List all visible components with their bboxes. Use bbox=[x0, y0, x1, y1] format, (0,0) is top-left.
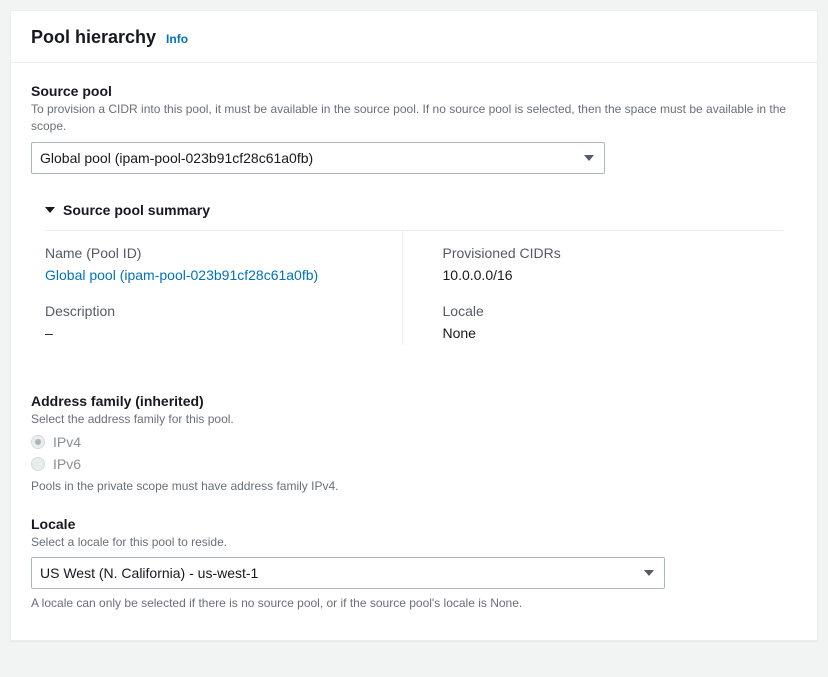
chevron-down-icon bbox=[644, 570, 654, 576]
summary-description-label: Description bbox=[45, 303, 386, 319]
radio-ipv4-input bbox=[31, 435, 45, 449]
radio-ipv6: IPv6 bbox=[31, 456, 797, 472]
source-pool-description: To provision a CIDR into this pool, it m… bbox=[31, 101, 797, 136]
summary-col-right: Provisioned CIDRs 10.0.0.0/16 Locale Non… bbox=[443, 231, 784, 345]
caret-down-icon bbox=[45, 207, 55, 213]
address-family-label: Address family (inherited) bbox=[31, 393, 797, 409]
locale-description: Select a locale for this pool to reside. bbox=[31, 534, 797, 551]
source-pool-field: Source pool To provision a CIDR into thi… bbox=[31, 83, 797, 174]
summary-cidrs-block: Provisioned CIDRs 10.0.0.0/16 bbox=[443, 245, 784, 283]
pool-hierarchy-panel: Pool hierarchy Info Source pool To provi… bbox=[10, 10, 818, 641]
radio-ipv4-label: IPv4 bbox=[53, 434, 81, 450]
summary-name-label: Name (Pool ID) bbox=[45, 245, 386, 261]
locale-label: Locale bbox=[31, 516, 797, 532]
panel-body: Source pool To provision a CIDR into thi… bbox=[11, 63, 817, 640]
source-pool-selected-value: Global pool (ipam-pool-023b91cf28c61a0fb… bbox=[40, 150, 313, 166]
info-link[interactable]: Info bbox=[166, 32, 188, 46]
radio-ipv6-label: IPv6 bbox=[53, 456, 81, 472]
summary-cidrs-label: Provisioned CIDRs bbox=[443, 245, 784, 261]
source-pool-select[interactable]: Global pool (ipam-pool-023b91cf28c61a0fb… bbox=[31, 142, 605, 174]
source-pool-summary-section: Source pool summary Name (Pool ID) Globa… bbox=[31, 196, 797, 357]
panel-title: Pool hierarchy bbox=[31, 27, 156, 48]
address-family-field: Address family (inherited) Select the ad… bbox=[31, 393, 797, 496]
summary-description-value: – bbox=[45, 325, 386, 341]
source-pool-label: Source pool bbox=[31, 83, 797, 99]
locale-selected-value: US West (N. California) - us-west-1 bbox=[40, 565, 258, 581]
chevron-down-icon bbox=[584, 155, 594, 161]
radio-ipv6-input bbox=[31, 457, 45, 471]
summary-grid: Name (Pool ID) Global pool (ipam-pool-02… bbox=[45, 231, 783, 345]
locale-field: Locale Select a locale for this pool to … bbox=[31, 516, 797, 613]
locale-select[interactable]: US West (N. California) - us-west-1 bbox=[31, 557, 665, 589]
summary-description-block: Description – bbox=[45, 303, 386, 341]
panel-header: Pool hierarchy Info bbox=[11, 11, 817, 63]
locale-note: A locale can only be selected if there i… bbox=[31, 595, 797, 612]
source-pool-summary-toggle[interactable]: Source pool summary bbox=[45, 202, 783, 230]
summary-name-block: Name (Pool ID) Global pool (ipam-pool-02… bbox=[45, 245, 386, 283]
radio-ipv4: IPv4 bbox=[31, 434, 797, 450]
address-family-description: Select the address family for this pool. bbox=[31, 411, 797, 428]
source-pool-summary-title: Source pool summary bbox=[63, 202, 210, 218]
summary-name-link[interactable]: Global pool (ipam-pool-023b91cf28c61a0fb… bbox=[45, 267, 386, 283]
summary-col-left: Name (Pool ID) Global pool (ipam-pool-02… bbox=[45, 231, 403, 345]
address-family-note: Pools in the private scope must have add… bbox=[31, 478, 797, 495]
summary-locale-block: Locale None bbox=[443, 303, 784, 341]
summary-locale-label: Locale bbox=[443, 303, 784, 319]
summary-locale-value: None bbox=[443, 325, 784, 341]
summary-cidrs-value: 10.0.0.0/16 bbox=[443, 267, 784, 283]
